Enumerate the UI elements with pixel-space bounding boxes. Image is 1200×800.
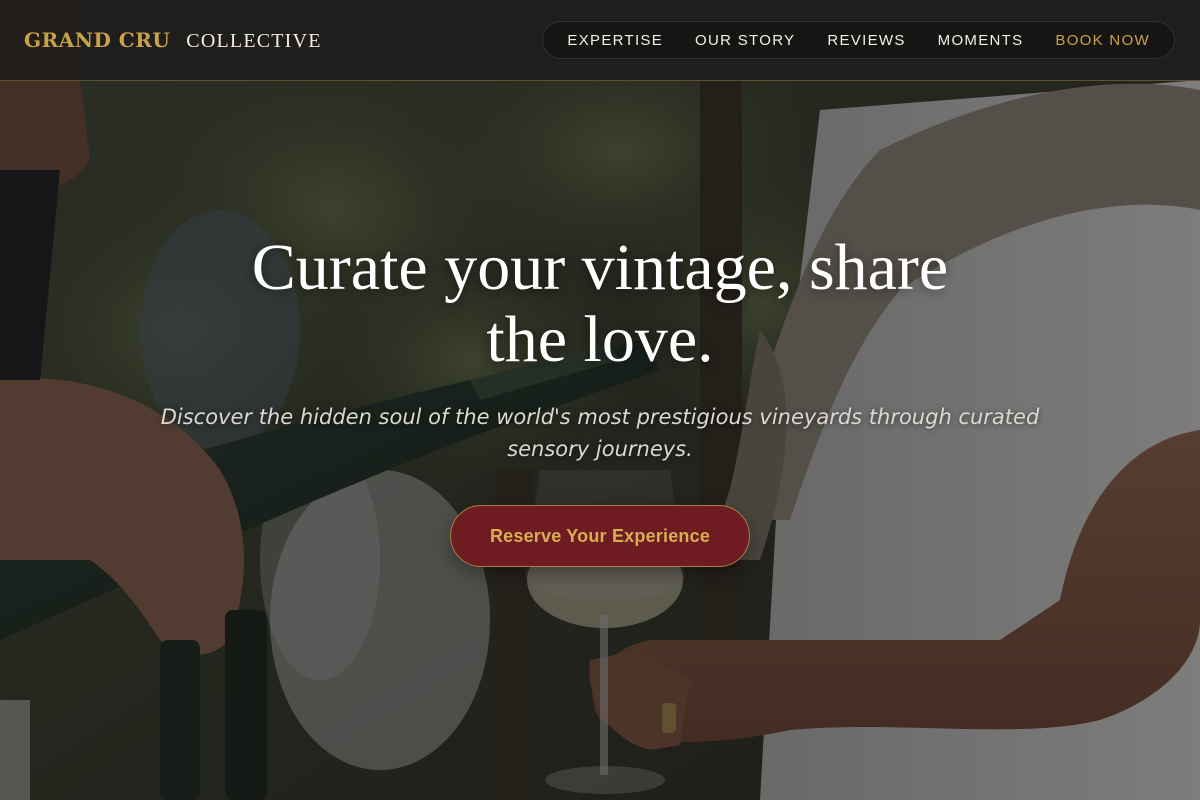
reserve-experience-button[interactable]: Reserve Your Experience <box>450 505 750 567</box>
site-header: GRAND CRU COLLECTIVE EXPERTISE OUR STORY… <box>0 0 1200 81</box>
brand-logo[interactable]: GRAND CRU COLLECTIVE <box>24 28 322 53</box>
hero-headline-line-2: the love. <box>486 303 714 376</box>
hero-headline: Curate your vintage, share the love. <box>150 232 1050 376</box>
nav-link-reviews[interactable]: REVIEWS <box>827 32 905 49</box>
brand-name-secondary: COLLECTIVE <box>186 29 322 52</box>
hero-subheadline: Discover the hidden soul of the world's … <box>160 405 1040 461</box>
nav-link-moments[interactable]: MOMENTS <box>938 32 1024 49</box>
brand-name-primary: GRAND CRU <box>24 27 171 52</box>
hero-headline-line-1: Curate your vintage, share <box>251 231 949 304</box>
hero-section: Curate your vintage, share the love. Dis… <box>0 0 1200 800</box>
page: GRAND CRU COLLECTIVE EXPERTISE OUR STORY… <box>0 0 1200 800</box>
nav-link-our-story[interactable]: OUR STORY <box>695 32 795 49</box>
nav-link-book-now[interactable]: BOOK NOW <box>1055 32 1150 49</box>
main-nav: EXPERTISE OUR STORY REVIEWS MOMENTS BOOK… <box>542 21 1175 59</box>
nav-link-expertise[interactable]: EXPERTISE <box>567 32 663 49</box>
